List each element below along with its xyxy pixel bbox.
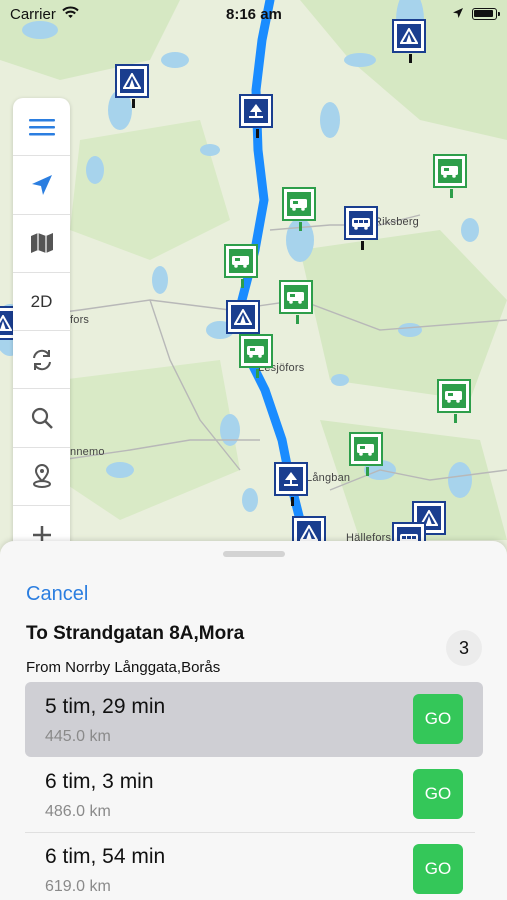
cancel-button[interactable]: Cancel xyxy=(26,583,88,606)
go-button[interactable]: GO xyxy=(413,694,463,744)
route-distance: 486.0 km xyxy=(45,803,111,820)
marker-pin xyxy=(361,241,364,250)
route-sheet: Cancel To Strandgatan 8A,Mora From Norrb… xyxy=(0,541,507,900)
marker-pin xyxy=(450,189,453,198)
route-count-badge: 3 xyxy=(446,630,482,666)
bus-icon xyxy=(352,218,370,230)
marker-pin xyxy=(132,99,135,108)
route-duration: 5 tim, 29 min xyxy=(45,695,166,718)
route-option-3[interactable]: 6 tim, 54 min 619.0 km GO xyxy=(25,832,483,900)
motorhome-marker[interactable] xyxy=(239,334,273,378)
status-bar: Carrier 8:16 am xyxy=(0,0,507,30)
motorhome-marker[interactable] xyxy=(282,187,316,231)
location-services-icon xyxy=(453,8,463,18)
carrier-label: Carrier xyxy=(10,6,56,23)
view-mode-button[interactable]: 2D xyxy=(13,273,70,332)
campsite-marker[interactable] xyxy=(115,64,149,108)
map-toolbar: 2D xyxy=(13,98,70,558)
battery-icon xyxy=(472,8,500,20)
campsite-marker[interactable] xyxy=(226,300,260,344)
motorhome-marker[interactable] xyxy=(349,432,383,476)
location-arrow-icon xyxy=(31,174,52,195)
motorhome-icon xyxy=(247,346,264,358)
route-distance: 619.0 km xyxy=(45,878,111,895)
wifi-icon xyxy=(62,6,79,18)
map-label-langban: Långban xyxy=(306,472,351,484)
refresh-button[interactable] xyxy=(13,331,70,390)
bus-marker[interactable] xyxy=(344,206,378,250)
motorhome-icon xyxy=(290,199,307,211)
marker-pin xyxy=(241,279,244,288)
map-icon xyxy=(30,233,53,254)
refresh-icon xyxy=(32,349,51,371)
marker-pin xyxy=(299,222,302,231)
tent-icon xyxy=(0,315,12,331)
map-style-button[interactable] xyxy=(13,215,70,273)
motorhome-marker[interactable] xyxy=(437,379,471,423)
tent-icon xyxy=(300,525,318,541)
marker-pin xyxy=(454,414,457,423)
route-option-2[interactable]: 6 tim, 3 min 486.0 km GO xyxy=(25,757,483,832)
route-option-1[interactable]: 5 tim, 29 min 445.0 km GO xyxy=(25,682,483,757)
tent-icon xyxy=(234,309,252,325)
add-place-button[interactable] xyxy=(13,448,70,507)
picnic-marker[interactable] xyxy=(239,94,273,138)
route-distance: 445.0 km xyxy=(45,728,111,745)
clock: 8:16 am xyxy=(226,6,282,23)
go-button[interactable]: GO xyxy=(413,769,463,819)
motorhome-marker[interactable] xyxy=(279,280,313,324)
map-label-riksberg: Riksberg xyxy=(374,216,420,228)
route-duration: 6 tim, 54 min xyxy=(45,845,166,868)
marker-pin xyxy=(291,497,294,506)
hamburger-menu-icon xyxy=(28,118,55,136)
search-icon xyxy=(31,408,53,430)
picnic-table-icon xyxy=(284,472,298,486)
tent-icon xyxy=(400,28,418,44)
menu-button[interactable] xyxy=(13,98,70,157)
my-location-button[interactable] xyxy=(13,156,70,215)
go-button[interactable]: GO xyxy=(413,844,463,894)
marker-pin xyxy=(409,54,412,63)
marker-pin xyxy=(256,129,259,138)
map-label-fors: fors xyxy=(70,314,90,326)
picnic-marker[interactable] xyxy=(274,462,308,506)
marker-pin xyxy=(256,369,259,378)
map-label-nnemo: nnemo xyxy=(70,446,105,458)
motorhome-marker[interactable] xyxy=(224,244,258,288)
motorhome-icon xyxy=(357,444,374,456)
marker-pin xyxy=(366,467,369,476)
map-pin-icon xyxy=(32,464,51,489)
destination-title: To Strandgatan 8A,Mora xyxy=(26,623,245,644)
picnic-table-icon xyxy=(249,104,263,118)
motorhome-icon xyxy=(287,292,304,304)
route-duration: 6 tim, 3 min xyxy=(45,770,154,793)
marker-pin xyxy=(296,315,299,324)
motorhome-icon xyxy=(445,391,462,403)
tent-icon xyxy=(123,73,141,89)
motorhome-marker[interactable] xyxy=(433,154,467,198)
search-button[interactable] xyxy=(13,389,70,448)
origin-label: From Norrby Långgata,Borås xyxy=(26,659,221,676)
sheet-grabber[interactable] xyxy=(223,551,285,557)
motorhome-icon xyxy=(232,256,249,268)
motorhome-icon xyxy=(441,166,458,178)
